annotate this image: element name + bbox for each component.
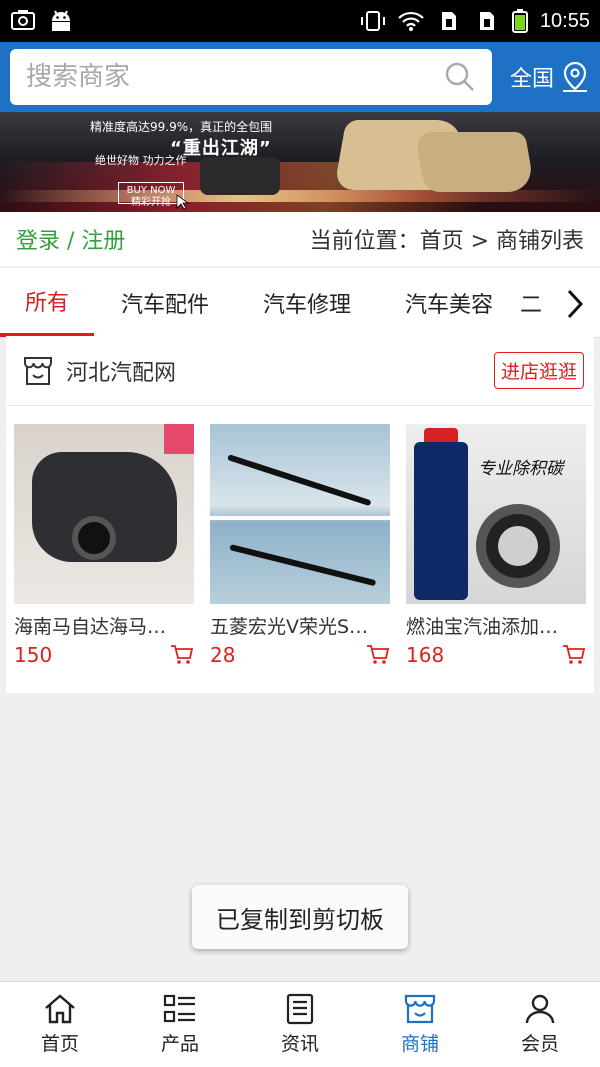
product-name[interactable]: 燃油宝汽油添加… [406,612,586,639]
product-image[interactable]: 专业除积碳 [406,424,586,604]
nav-news-label: 资讯 [280,1033,319,1055]
shop-header[interactable]: 河北汽配网 进店逛逛 [6,336,594,406]
shop-name: 河北汽配网 [66,360,177,386]
floor-mat-image [414,132,536,192]
status-bar: 10:55 [0,0,600,42]
nav-home[interactable]: 首页 [0,982,120,1067]
store-icon [404,994,436,1024]
chevron-right-icon [567,289,584,319]
header: 全国 [0,42,600,112]
vibrate-icon [360,11,385,31]
product-list: 海南马自达海马… 150 五菱宏光V荣光S… 28 专业除积碳 燃油宝汽油添加…… [6,406,594,667]
nav-products-label: 产品 [160,1033,199,1055]
category-tabs: 所有 汽车配件 汽车修理 汽车美容 二 [0,268,600,338]
tab-all[interactable]: 所有 [0,268,94,337]
login-register-link[interactable]: 登录 / 注册 [16,223,125,255]
list-icon [163,994,195,1023]
promo-banner[interactable]: 精准度高达99.9%，真正的全包围 “重出江湖” 绝世好物 功力之作 BUY N… [0,112,600,212]
cart-icon[interactable] [170,644,194,666]
toast-message: 已复制到剪切板 [192,885,408,949]
user-icon [525,994,555,1024]
cursor-icon [176,194,190,210]
tabs-scroll-right-button[interactable] [560,284,590,324]
region-selector[interactable]: 全国 [510,61,590,93]
banner-line2: 绝世好物 功力之作 [95,154,187,167]
product-card[interactable]: 五菱宏光V荣光S… 28 [210,424,390,667]
product-price: 168 [406,643,445,667]
product-image[interactable] [14,424,194,604]
product-name[interactable]: 五菱宏光V荣光S… [210,612,390,639]
search-box[interactable] [10,49,492,105]
product-price: 150 [14,643,53,667]
nav-stores[interactable]: 商铺 [360,982,480,1067]
product-image[interactable] [210,424,390,604]
tab-auto-beauty[interactable]: 汽车美容 [378,268,520,337]
android-icon [52,10,70,31]
sim2-icon [479,12,494,30]
store-icon [24,356,52,385]
enter-shop-button[interactable]: 进店逛逛 [493,352,584,389]
shop-card: 河北汽配网 进店逛逛 海南马自达海马… 150 五菱宏光V荣光S… 28 专业除… [6,336,594,693]
nav-news[interactable]: 资讯 [240,982,360,1067]
search-icon[interactable] [444,61,476,93]
buy-now-text: BUY NOW [126,185,176,196]
battery-icon [511,9,528,33]
cart-icon[interactable] [366,644,390,666]
banner-line1: 精准度高达99.9%，真正的全包围 [90,120,273,134]
floor-mat-image [200,157,280,195]
tab-next[interactable]: 二 [520,268,556,337]
nav-home-label: 首页 [40,1033,79,1055]
product-card[interactable]: 海南马自达海马… 150 [14,424,194,667]
nav-member[interactable]: 会员 [480,982,600,1067]
wifi-icon [398,11,424,31]
product-image-caption: 专业除积碳 [478,459,563,479]
home-icon [45,994,75,1024]
screenshot-icon [11,10,35,30]
tab-auto-repair[interactable]: 汽车修理 [236,268,378,337]
breadcrumb-row: 登录 / 注册 当前位置：首页 > 商铺列表 [0,212,600,266]
tab-auto-parts[interactable]: 汽车配件 [94,268,236,337]
clock: 10:55 [539,9,590,32]
cart-icon[interactable] [562,644,586,666]
product-name[interactable]: 海南马自达海马… [14,612,194,639]
buy-now-subtext: 精彩开抢 [131,197,171,208]
breadcrumb: 当前位置：首页 > 商铺列表 [309,229,584,254]
nav-stores-label: 商铺 [400,1033,439,1055]
sim1-icon [441,12,456,30]
region-label: 全国 [509,67,554,92]
search-input[interactable] [26,62,444,92]
buy-now-badge: BUY NOW 精彩开抢 [118,182,184,208]
product-card[interactable]: 专业除积碳 燃油宝汽油添加… 168 [406,424,586,667]
nav-member-label: 会员 [520,1033,559,1055]
product-price: 28 [210,643,236,667]
news-icon [286,993,314,1025]
nav-products[interactable]: 产品 [120,982,240,1067]
location-pin-icon [563,61,587,92]
bottom-nav: 首页 产品 资讯 商铺 会员 [0,981,600,1067]
